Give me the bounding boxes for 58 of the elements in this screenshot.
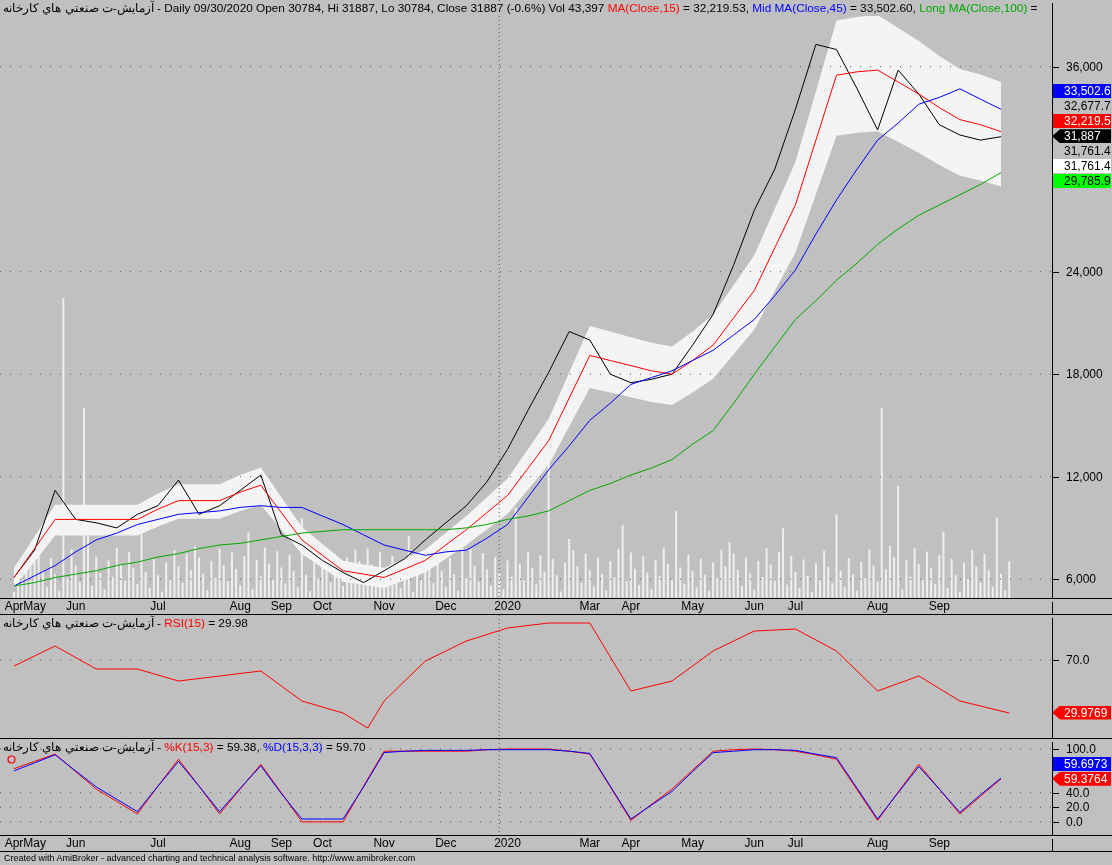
axis-label: 6,000 — [1052, 572, 1097, 587]
axis-label: Sep — [270, 836, 292, 851]
axis-label: Oct — [313, 599, 332, 614]
value-marker: 32,219.5 — [1052, 114, 1111, 129]
axis-label: Aug — [866, 599, 889, 614]
axis-label: 0.0 — [1052, 814, 1083, 829]
axis-label: Sep — [928, 599, 950, 614]
axis-label: Apr — [4, 599, 24, 614]
axis-label: Mar — [579, 599, 601, 614]
value-marker: 33,502.6 — [1052, 84, 1111, 99]
axis-label: 24,000 — [1052, 264, 1103, 279]
axis-label: 70.0 — [1052, 653, 1090, 667]
value-marker: 31,761.4 — [1052, 159, 1111, 174]
axis-label: Apr — [621, 599, 641, 614]
axis-label: Dec — [435, 599, 457, 614]
axis-label: 36,000 — [1052, 59, 1103, 74]
axis-label: Mar — [579, 836, 601, 851]
axis-label: Jun — [66, 599, 86, 614]
axis-label: Jun — [744, 836, 764, 851]
axis-label: Apr — [4, 836, 24, 851]
axis-label: Jun — [66, 836, 86, 851]
axis-label: Aug — [229, 836, 251, 851]
axis-label: Jul — [787, 836, 804, 851]
axis-label: Nov — [373, 599, 395, 614]
axis-label: Nov — [373, 836, 395, 851]
axis-label: Jul — [787, 599, 804, 614]
axis-label: Jul — [150, 836, 166, 851]
value-marker: 31,887 — [1052, 129, 1111, 144]
axis-label: Sep — [270, 599, 292, 614]
series-label: %D(15,3,3) — [262, 740, 323, 754]
axis-label: 2020 — [494, 599, 521, 614]
axis-label: Aug — [866, 836, 889, 851]
footer-text: Created with AmiBroker - advanced charting and technical analysis software. http://www.amibroker.com — [3, 852, 417, 865]
axis-label: 18,000 — [1052, 367, 1103, 382]
axis-label: 12,000 — [1052, 469, 1103, 484]
value-marker: 29,785.9 — [1052, 174, 1111, 189]
axis-label: May — [681, 599, 704, 614]
axis-label: 20.0 — [1052, 800, 1090, 815]
axis-label: May — [681, 836, 704, 851]
axis-label: 40.0 — [1052, 785, 1090, 800]
axis-label: Jul — [150, 599, 166, 614]
axis-label: Sep — [928, 836, 950, 851]
value-marker: 59.6973 — [1052, 756, 1111, 771]
value-marker: 32,677.7 — [1063, 99, 1111, 114]
axis-label: Aug — [229, 599, 251, 614]
axis-label: May — [23, 599, 46, 614]
axis-label: Jun — [744, 599, 764, 614]
value-marker: 59.3764 — [1052, 771, 1111, 786]
value-marker: 29.9769 — [1052, 705, 1111, 720]
axis-label: 100.0 — [1052, 742, 1097, 756]
value-marker: 31,761.4 — [1063, 144, 1111, 159]
series-label: %K(15,3) — [164, 740, 214, 754]
axis-label: May — [23, 836, 46, 851]
axis-label: 2020 — [494, 836, 521, 851]
axis-label: Oct — [313, 836, 332, 851]
axis-label: Dec — [435, 836, 457, 851]
axis-label: Apr — [621, 836, 641, 851]
circle-icon — [7, 755, 16, 764]
